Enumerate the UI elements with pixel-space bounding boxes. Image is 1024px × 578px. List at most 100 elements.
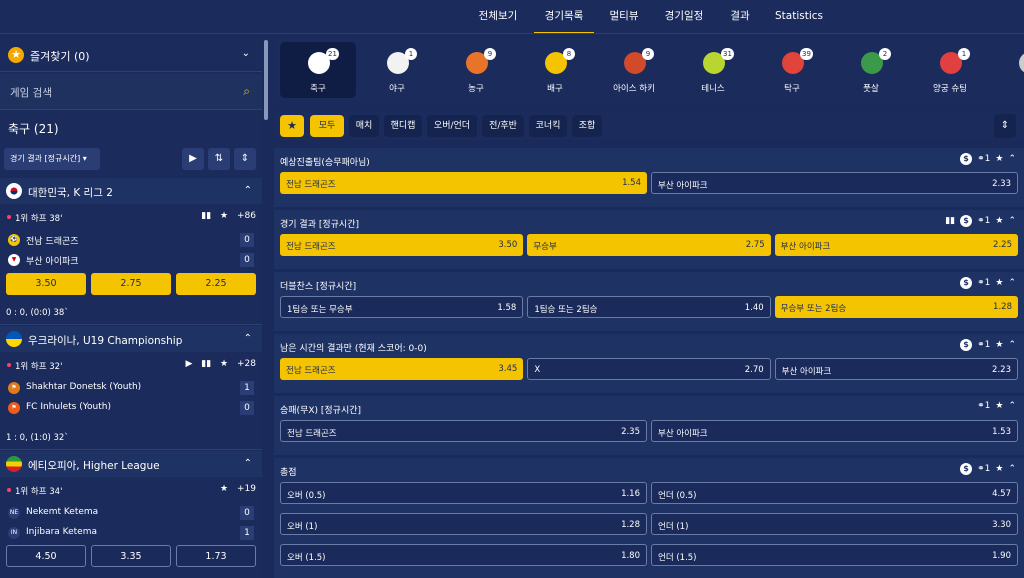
odds-button[interactable]: 3.50 (6, 273, 86, 295)
favorites-header[interactable]: ★ 즐겨찾기 (0) ⌄ (0, 38, 262, 72)
link-icon[interactable]: ⚭ (977, 340, 985, 350)
odds-cell[interactable]: 오버 (0.5) 1.16 (280, 482, 647, 504)
sport-tab[interactable]: 9 농구 (438, 42, 514, 98)
tab-results[interactable]: 결과 (722, 0, 758, 34)
odds-cell[interactable]: 전남 드래곤즈 2.35 (280, 420, 647, 442)
chip-halves[interactable]: 전/후반 (482, 115, 524, 137)
stats-icon[interactable]: ▮▮ (945, 216, 955, 226)
odds-cell[interactable]: 부산 아이파크 1.53 (651, 420, 1018, 442)
odds-cell[interactable]: 1팀승 또는 무승부 1.58 (280, 296, 524, 318)
team-row[interactable]: IN Injibara Ketema 1 (0, 523, 262, 543)
star-icon[interactable]: ★ (995, 340, 1003, 350)
more-markets-count[interactable]: +86 (237, 211, 256, 221)
odds-cell[interactable]: 언더 (0.5) 4.57 (651, 482, 1018, 504)
star-icon[interactable]: ★ (995, 216, 1003, 226)
star-icon[interactable]: ★ (995, 154, 1003, 164)
sport-tab[interactable]: 1 양궁 슈팅 (912, 42, 988, 98)
star-icon[interactable]: ★ (995, 464, 1003, 474)
star-icon[interactable]: ★ (220, 484, 228, 494)
link-icon[interactable]: ⚭ (977, 278, 985, 288)
link-icon[interactable]: ⚭ (977, 154, 985, 164)
tab-schedule[interactable]: 경기일정 (656, 0, 712, 34)
odds-button[interactable]: 2.75 (91, 273, 171, 295)
market-filter-dropdown[interactable]: 경기 결과 [정규시간] ▾ (4, 148, 100, 170)
chip-handicap[interactable]: 핸디캡 (384, 115, 422, 137)
cashout-icon[interactable]: $ (960, 277, 973, 289)
video-icon[interactable]: ▶ (185, 359, 192, 369)
collapse-all-icon[interactable]: ⇕ (994, 114, 1016, 138)
sport-tab[interactable]: 39 탁구 (754, 42, 830, 98)
tab-multiview[interactable]: 멀티뷰 (602, 0, 646, 34)
tab-all[interactable]: 전체보기 (472, 0, 524, 34)
stats-icon[interactable]: ▮▮ (201, 359, 211, 369)
sport-tab[interactable]: 21 축구 (280, 42, 356, 98)
sport-tab[interactable] (991, 42, 1024, 98)
sport-tab[interactable]: 8 배구 (517, 42, 593, 98)
favorites-chip-star-icon[interactable]: ★ (280, 115, 304, 137)
cashout-icon[interactable]: $ (960, 215, 973, 227)
more-markets-count[interactable]: +28 (237, 359, 256, 369)
odds-cell[interactable]: 전남 드래곤즈 1.54 (280, 172, 647, 194)
league-header[interactable]: 우크라이나, U19 Championship ⌃ (0, 326, 262, 352)
link-icon[interactable]: ⚭ (977, 464, 985, 474)
chevron-up-icon[interactable]: ⌃ (1008, 154, 1016, 164)
sport-tab[interactable]: 1 야구 (359, 42, 435, 98)
chip-combo[interactable]: 조합 (572, 115, 602, 137)
search-icon[interactable]: ⌕ (243, 84, 250, 99)
odds-button[interactable]: 3.35 (91, 545, 171, 567)
odds-button[interactable]: 1.73 (176, 545, 256, 567)
star-icon[interactable]: ★ (220, 359, 228, 369)
video-icon[interactable]: ▶ (182, 148, 204, 170)
search-input[interactable]: 게임 검색 (10, 85, 52, 100)
league-header[interactable]: 에티오피아, Higher League ⌃ (0, 451, 262, 477)
league-header[interactable]: 대한민국, K 리그 2 ⌃ (0, 178, 262, 204)
scrollbar-thumb[interactable] (264, 40, 268, 120)
cashout-icon[interactable]: $ (960, 339, 973, 351)
odds-cell[interactable]: 부산 아이파크 2.23 (774, 358, 1018, 380)
odds-cell[interactable]: X 2.70 (527, 358, 771, 380)
team-row[interactable]: ▼ 부산 아이파크 0 (0, 250, 262, 270)
odds-cell[interactable]: 부산 아이파크 2.25 (774, 234, 1018, 256)
odds-button[interactable]: 4.50 (6, 545, 86, 567)
chevron-up-icon[interactable]: ⌃ (1008, 340, 1016, 350)
sport-tab[interactable]: 2 풋살 (833, 42, 909, 98)
cashout-icon[interactable]: $ (960, 463, 973, 475)
chevron-up-icon[interactable]: ⌃ (244, 458, 252, 469)
team-row[interactable]: ⚑ Shakhtar Donetsk (Youth) 1 (0, 378, 262, 398)
chip-corners[interactable]: 코너킥 (529, 115, 567, 137)
game-search[interactable]: 게임 검색 ⌕ (0, 74, 262, 110)
chevron-up-icon[interactable]: ⌃ (244, 185, 252, 196)
chevron-up-icon[interactable]: ⌃ (1008, 464, 1016, 474)
chip-over-under[interactable]: 오버/언더 (427, 115, 477, 137)
sport-tab[interactable]: 9 아이스 하키 (596, 42, 672, 98)
chip-match[interactable]: 매치 (349, 115, 379, 137)
odds-cell[interactable]: 언더 (1) 3.30 (651, 513, 1018, 535)
chevron-up-icon[interactable]: ⌃ (1008, 216, 1016, 226)
odds-cell[interactable]: 오버 (1) 1.28 (280, 513, 647, 535)
more-markets-count[interactable]: +19 (237, 484, 256, 494)
sport-tab[interactable]: 31 테니스 (675, 42, 751, 98)
team-row[interactable]: ⚑ FC Inhulets (Youth) 0 (0, 398, 262, 418)
link-icon[interactable]: ⚭ (977, 401, 985, 411)
star-icon[interactable]: ★ (995, 278, 1003, 288)
collapse-all-icon[interactable]: ⇕ (234, 148, 256, 170)
odds-cell[interactable]: 언더 (1.5) 1.90 (651, 544, 1018, 566)
stats-icon[interactable]: ▮▮ (201, 211, 211, 221)
odds-cell[interactable]: 오버 (1.5) 1.80 (280, 544, 647, 566)
star-icon[interactable]: ★ (220, 211, 228, 221)
team-row[interactable]: NE Nekemt Ketema 0 (0, 503, 262, 523)
chevron-down-icon[interactable]: ⌄ (242, 48, 250, 59)
star-icon[interactable]: ★ (995, 401, 1003, 411)
cashout-icon[interactable]: $ (960, 153, 973, 165)
team-row[interactable]: ⚽ 전남 드래곤즈 0 (0, 230, 262, 250)
tab-match-list[interactable]: 경기목록 (534, 0, 594, 34)
chevron-up-icon[interactable]: ⌃ (1008, 401, 1016, 411)
odds-cell[interactable]: 무승부 2.75 (527, 234, 771, 256)
sort-icon[interactable]: ⇅ (208, 148, 230, 170)
chip-all[interactable]: 모두 (310, 115, 344, 137)
odds-cell[interactable]: 무승부 또는 2팀승 1.28 (774, 296, 1018, 318)
chevron-up-icon[interactable]: ⌃ (244, 333, 252, 344)
link-icon[interactable]: ⚭ (977, 216, 985, 226)
odds-cell[interactable]: 전남 드래곤즈 3.45 (280, 358, 524, 380)
odds-cell[interactable]: 1팀승 또는 2팀승 1.40 (527, 296, 771, 318)
